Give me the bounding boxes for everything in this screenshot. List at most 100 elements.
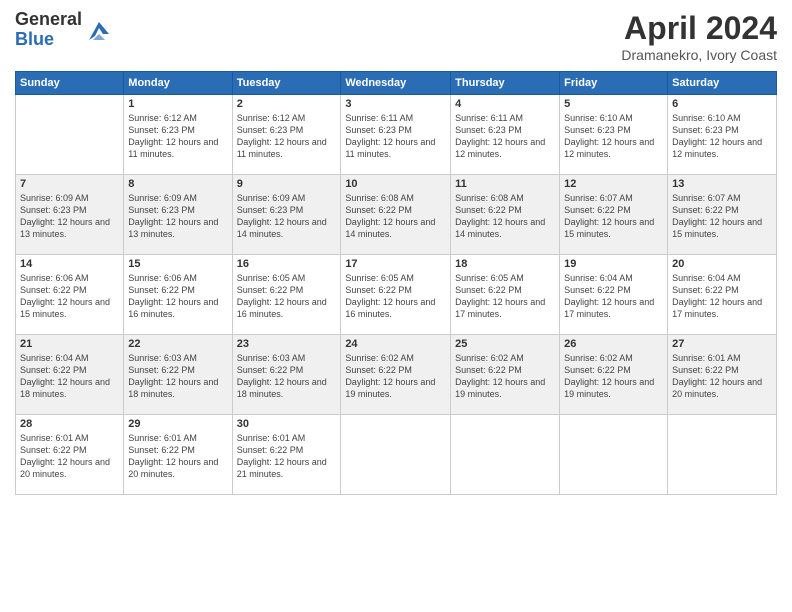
calendar-week-row: 28 Sunrise: 6:01 AMSunset: 6:22 PMDayligh… [16, 415, 777, 495]
calendar-header-friday: Friday [560, 72, 668, 95]
calendar-cell: 7 Sunrise: 6:09 AMSunset: 6:23 PMDaylight… [16, 175, 124, 255]
day-number: 20 [672, 258, 772, 270]
day-number: 8 [128, 178, 227, 190]
logo-blue: Blue [15, 30, 82, 50]
calendar-cell: 3Sunrise: 6:11 AMSunset: 6:23 PMDaylight… [341, 95, 451, 175]
day-info: Sunrise: 6:11 AMSunset: 6:23 PMDaylight:… [345, 112, 446, 161]
logo: General Blue [15, 10, 113, 50]
calendar-cell: 29 Sunrise: 6:01 AMSunset: 6:22 PMDayligh… [124, 415, 232, 495]
calendar-cell: 16 Sunrise: 6:05 AMSunset: 6:22 PMDayligh… [232, 255, 341, 335]
calendar-cell: 11 Sunrise: 6:08 AMSunset: 6:22 PMDayligh… [451, 175, 560, 255]
calendar-cell: 9 Sunrise: 6:09 AMSunset: 6:23 PMDaylight… [232, 175, 341, 255]
day-info: Sunrise: 6:02 AMSunset: 6:22 PMDaylight:… [345, 352, 446, 401]
calendar-cell: 5 Sunrise: 6:10 AMSunset: 6:23 PMDaylight… [560, 95, 668, 175]
calendar-cell: 26 Sunrise: 6:02 AMSunset: 6:22 PMDayligh… [560, 335, 668, 415]
day-info: Sunrise: 6:12 AMSunset: 6:23 PMDaylight:… [128, 112, 227, 161]
day-number: 16 [237, 258, 337, 270]
day-info: Sunrise: 6:04 AMSunset: 6:22 PMDaylight:… [672, 272, 772, 321]
day-info: Sunrise: 6:04 AMSunset: 6:22 PMDaylight:… [20, 352, 119, 401]
calendar-cell: 24 Sunrise: 6:02 AMSunset: 6:22 PMDayligh… [341, 335, 451, 415]
day-number: 22 [128, 338, 227, 350]
day-info: Sunrise: 6:09 AMSunset: 6:23 PMDaylight:… [128, 192, 227, 241]
day-info: Sunrise: 6:09 AMSunset: 6:23 PMDaylight:… [20, 192, 119, 241]
calendar-header-thursday: Thursday [451, 72, 560, 95]
day-info: Sunrise: 6:02 AMSunset: 6:22 PMDaylight:… [564, 352, 663, 401]
calendar-cell: 28 Sunrise: 6:01 AMSunset: 6:22 PMDayligh… [16, 415, 124, 495]
calendar-week-row: 21 Sunrise: 6:04 AMSunset: 6:22 PMDayligh… [16, 335, 777, 415]
day-info: Sunrise: 6:01 AMSunset: 6:22 PMDaylight:… [672, 352, 772, 401]
day-number: 29 [128, 418, 227, 430]
calendar-cell: 25Sunrise: 6:02 AMSunset: 6:22 PMDayligh… [451, 335, 560, 415]
calendar-week-row: 7 Sunrise: 6:09 AMSunset: 6:23 PMDaylight… [16, 175, 777, 255]
day-number: 21 [20, 338, 119, 350]
calendar-cell: 8 Sunrise: 6:09 AMSunset: 6:23 PMDaylight… [124, 175, 232, 255]
calendar-cell [341, 415, 451, 495]
day-info: Sunrise: 6:01 AMSunset: 6:22 PMDaylight:… [128, 432, 227, 481]
day-info: Sunrise: 6:03 AMSunset: 6:22 PMDaylight:… [128, 352, 227, 401]
calendar-cell [16, 95, 124, 175]
calendar-cell: 20 Sunrise: 6:04 AMSunset: 6:22 PMDayligh… [668, 255, 777, 335]
day-number: 4 [455, 98, 555, 110]
location: Dramanekro, Ivory Coast [621, 47, 777, 63]
day-info: Sunrise: 6:03 AMSunset: 6:22 PMDaylight:… [237, 352, 337, 401]
day-number: 10 [345, 178, 446, 190]
day-info: Sunrise: 6:06 AMSunset: 6:22 PMDaylight:… [20, 272, 119, 321]
day-number: 7 [20, 178, 119, 190]
calendar-cell: 15Sunrise: 6:06 AMSunset: 6:22 PMDayligh… [124, 255, 232, 335]
calendar-cell: 22 Sunrise: 6:03 AMSunset: 6:22 PMDayligh… [124, 335, 232, 415]
calendar-cell [668, 415, 777, 495]
day-info: Sunrise: 6:05 AMSunset: 6:22 PMDaylight:… [237, 272, 337, 321]
day-info: Sunrise: 6:05 AMSunset: 6:22 PMDaylight:… [455, 272, 555, 321]
day-info: Sunrise: 6:11 AMSunset: 6:23 PMDaylight:… [455, 112, 555, 161]
calendar-cell: 12 Sunrise: 6:07 AMSunset: 6:22 PMDayligh… [560, 175, 668, 255]
day-number: 18 [455, 258, 555, 270]
calendar-cell: 13Sunrise: 6:07 AMSunset: 6:22 PMDayligh… [668, 175, 777, 255]
day-number: 26 [564, 338, 663, 350]
logo-icon [85, 16, 113, 44]
day-number: 17 [345, 258, 446, 270]
day-number: 24 [345, 338, 446, 350]
day-info: Sunrise: 6:06 AMSunset: 6:22 PMDaylight:… [128, 272, 227, 321]
day-number: 25 [455, 338, 555, 350]
logo-general: General [15, 10, 82, 30]
calendar-cell [560, 415, 668, 495]
calendar-cell: 21 Sunrise: 6:04 AMSunset: 6:22 PMDayligh… [16, 335, 124, 415]
calendar-header-sunday: Sunday [16, 72, 124, 95]
day-info: Sunrise: 6:05 AMSunset: 6:22 PMDaylight:… [345, 272, 446, 321]
day-number: 30 [237, 418, 337, 430]
calendar-cell: 18 Sunrise: 6:05 AMSunset: 6:22 PMDayligh… [451, 255, 560, 335]
day-info: Sunrise: 6:08 AMSunset: 6:22 PMDaylight:… [455, 192, 555, 241]
day-number: 28 [20, 418, 119, 430]
day-info: Sunrise: 6:10 AMSunset: 6:23 PMDaylight:… [672, 112, 772, 161]
day-info: Sunrise: 6:01 AMSunset: 6:22 PMDaylight:… [20, 432, 119, 481]
calendar-cell: 1 Sunrise: 6:12 AMSunset: 6:23 PMDaylight… [124, 95, 232, 175]
title-block: April 2024 Dramanekro, Ivory Coast [621, 10, 777, 63]
day-number: 27 [672, 338, 772, 350]
calendar-week-row: 1 Sunrise: 6:12 AMSunset: 6:23 PMDaylight… [16, 95, 777, 175]
day-number: 5 [564, 98, 663, 110]
day-info: Sunrise: 6:07 AMSunset: 6:22 PMDaylight:… [564, 192, 663, 241]
day-number: 19 [564, 258, 663, 270]
day-info: Sunrise: 6:08 AMSunset: 6:22 PMDaylight:… [345, 192, 446, 241]
calendar-table: SundayMondayTuesdayWednesdayThursdayFrid… [15, 71, 777, 495]
calendar-cell: 17 Sunrise: 6:05 AMSunset: 6:22 PMDayligh… [341, 255, 451, 335]
day-number: 11 [455, 178, 555, 190]
calendar-header-saturday: Saturday [668, 72, 777, 95]
day-number: 1 [128, 98, 227, 110]
calendar-header-wednesday: Wednesday [341, 72, 451, 95]
day-info: Sunrise: 6:09 AMSunset: 6:23 PMDaylight:… [237, 192, 337, 241]
calendar-cell: 2Sunrise: 6:12 AMSunset: 6:23 PMDaylight… [232, 95, 341, 175]
day-number: 23 [237, 338, 337, 350]
calendar-cell: 27 Sunrise: 6:01 AMSunset: 6:22 PMDayligh… [668, 335, 777, 415]
calendar-cell: 4 Sunrise: 6:11 AMSunset: 6:23 PMDaylight… [451, 95, 560, 175]
day-number: 6 [672, 98, 772, 110]
calendar-cell: 6 Sunrise: 6:10 AMSunset: 6:23 PMDaylight… [668, 95, 777, 175]
calendar-cell: 23 Sunrise: 6:03 AMSunset: 6:22 PMDayligh… [232, 335, 341, 415]
calendar-header-row: SundayMondayTuesdayWednesdayThursdayFrid… [16, 72, 777, 95]
day-number: 12 [564, 178, 663, 190]
logo-text: General Blue [15, 10, 82, 50]
day-info: Sunrise: 6:04 AMSunset: 6:22 PMDaylight:… [564, 272, 663, 321]
calendar-header-tuesday: Tuesday [232, 72, 341, 95]
day-info: Sunrise: 6:10 AMSunset: 6:23 PMDaylight:… [564, 112, 663, 161]
day-number: 9 [237, 178, 337, 190]
